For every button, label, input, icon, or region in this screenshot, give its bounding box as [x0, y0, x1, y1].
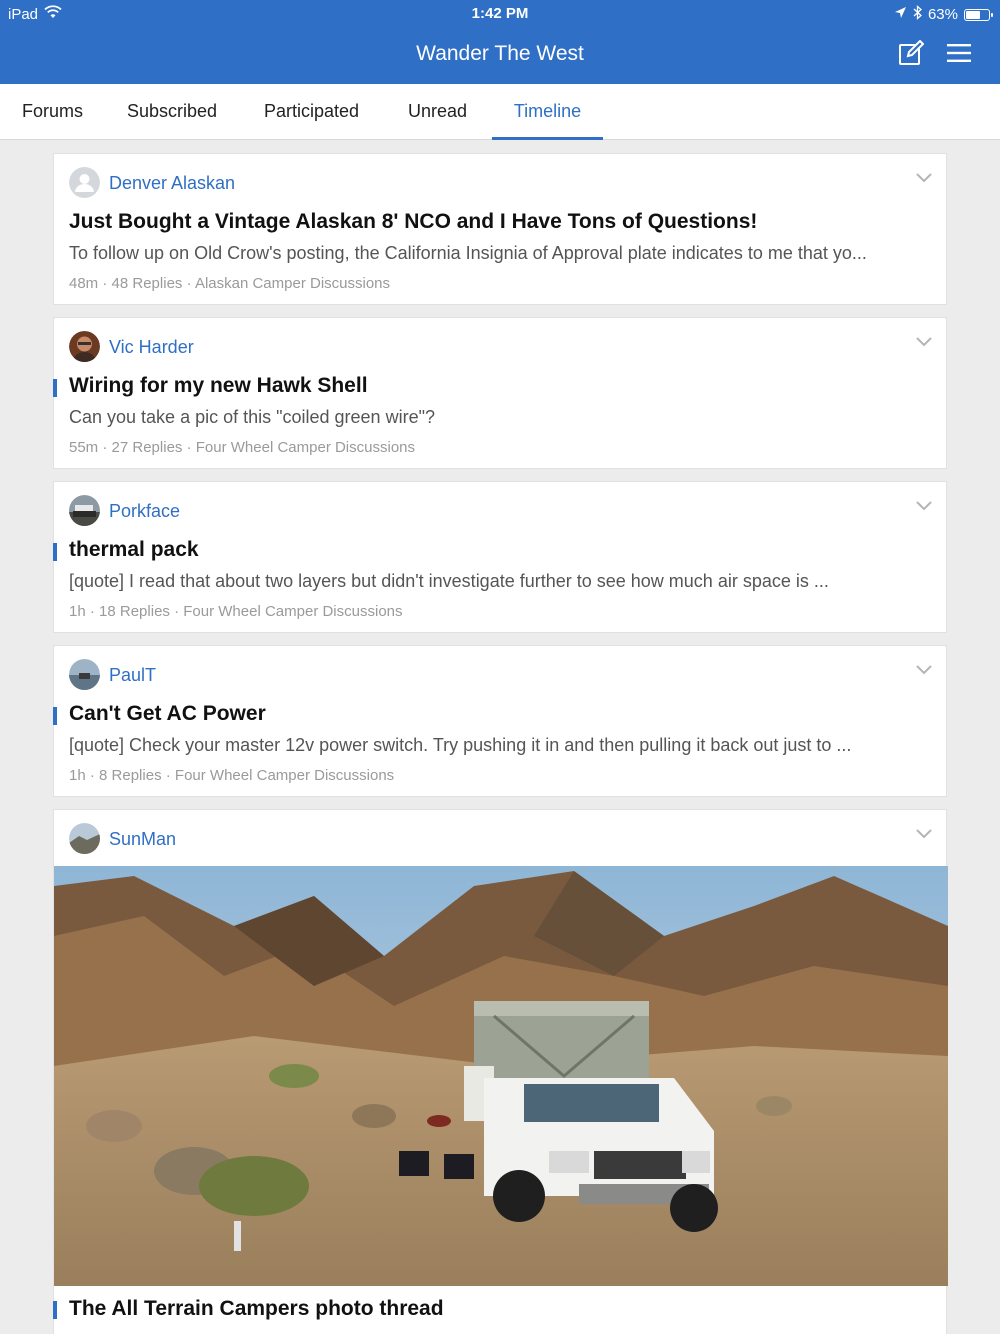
thread-author[interactable]: SunMan	[109, 829, 176, 850]
thread-time: 55m	[69, 439, 99, 456]
thread-snippet: [quote] Check your master 12v power swit…	[69, 735, 852, 755]
thread-forum[interactable]: Four Wheel Camper Discussions	[183, 603, 402, 620]
thread-time: 1h	[69, 767, 86, 784]
avatar[interactable]	[69, 167, 100, 198]
location-arrow-icon	[894, 6, 907, 23]
thread-title[interactable]: Can't Get AC Power	[69, 702, 266, 726]
thread-replies: 48 Replies	[111, 275, 183, 292]
avatar[interactable]	[69, 659, 100, 690]
app-title: Wander The West	[416, 42, 584, 65]
tab-subscribed[interactable]: Subscribed	[127, 84, 217, 140]
thread-forum[interactable]: Alaskan Camper Discussions	[195, 275, 390, 292]
battery-icon	[964, 8, 993, 21]
thread-card[interactable]: Porkface thermal pack [quote] I read tha…	[53, 481, 947, 633]
thread-replies: 8 Replies	[99, 767, 162, 784]
top-bar: iPad 1:42 PM 63% Wander The West	[0, 0, 1000, 84]
thread-replies: 18 Replies	[99, 603, 170, 620]
thread-forum[interactable]: Four Wheel Camper Discussions	[175, 767, 394, 784]
thread-time: 1h	[69, 603, 86, 620]
thread-snippet: Can you take a pic of this "coiled green…	[69, 407, 435, 427]
thread-title[interactable]: thermal pack	[69, 538, 199, 562]
chevron-down-icon[interactable]	[916, 170, 932, 188]
thread-meta: 55m · 27 Replies · Four Wheel Camper Dis…	[69, 439, 416, 456]
compose-icon	[898, 39, 925, 71]
thread-photo[interactable]	[54, 866, 948, 1286]
compose-button[interactable]	[896, 39, 926, 71]
thread-replies: 27 Replies	[111, 439, 183, 456]
thread-snippet: To follow up on Old Crow's posting, the …	[69, 243, 867, 263]
tab-timeline[interactable]: Timeline	[492, 84, 603, 140]
thread-title[interactable]: The All Terrain Campers photo thread	[69, 1297, 444, 1321]
thread-card[interactable]: Vic Harder Wiring for my new Hawk Shell …	[53, 317, 947, 469]
tab-unread[interactable]: Unread	[408, 84, 467, 140]
thread-author[interactable]: Vic Harder	[109, 337, 194, 358]
unread-marker	[53, 379, 57, 397]
thread-title[interactable]: Just Bought a Vintage Alaskan 8' NCO and…	[69, 210, 757, 234]
tab-bar: Forums Subscribed Participated Unread Ti…	[0, 84, 1000, 140]
chevron-down-icon[interactable]	[916, 662, 932, 680]
thread-card[interactable]: SunMan The All Terrain Campers photo thr…	[53, 809, 948, 1334]
thread-author[interactable]: PaulT	[109, 665, 156, 686]
bluetooth-icon	[913, 5, 922, 24]
thread-meta: 1h · 18 Replies · Four Wheel Camper Disc…	[69, 603, 403, 620]
hamburger-menu-icon	[946, 43, 972, 68]
chevron-down-icon[interactable]	[916, 498, 932, 516]
avatar[interactable]	[69, 823, 100, 854]
menu-button[interactable]	[944, 40, 974, 70]
avatar[interactable]	[69, 495, 100, 526]
unread-marker	[53, 707, 57, 725]
thread-title[interactable]: Wiring for my new Hawk Shell	[69, 374, 368, 398]
thread-card[interactable]: Denver Alaskan Just Bought a Vintage Ala…	[53, 153, 947, 305]
thread-author[interactable]: Denver Alaskan	[109, 173, 235, 194]
chevron-down-icon[interactable]	[916, 334, 932, 352]
unread-marker	[53, 543, 57, 561]
status-time: 1:42 PM	[471, 5, 529, 22]
battery-percent: 63%	[927, 6, 958, 23]
thread-author[interactable]: Porkface	[109, 501, 180, 522]
tab-forums[interactable]: Forums	[22, 84, 83, 140]
thread-snippet: [quote] I read that about two layers but…	[69, 571, 829, 591]
battery-fill	[966, 10, 980, 19]
tab-participated[interactable]: Participated	[264, 84, 359, 140]
thread-meta: 1h · 8 Replies · Four Wheel Camper Discu…	[69, 767, 395, 784]
thread-card[interactable]: PaulT Can't Get AC Power [quote] Check y…	[53, 645, 947, 797]
chevron-down-icon[interactable]	[916, 826, 932, 844]
unread-marker	[53, 1301, 57, 1319]
thread-forum[interactable]: Four Wheel Camper Discussions	[196, 439, 415, 456]
avatar[interactable]	[69, 331, 100, 362]
thread-time: 48m	[69, 275, 99, 292]
thread-meta: 48m · 48 Replies · Alaskan Camper Discus…	[69, 275, 391, 292]
status-bar: iPad 1:42 PM 63%	[0, 0, 1000, 28]
